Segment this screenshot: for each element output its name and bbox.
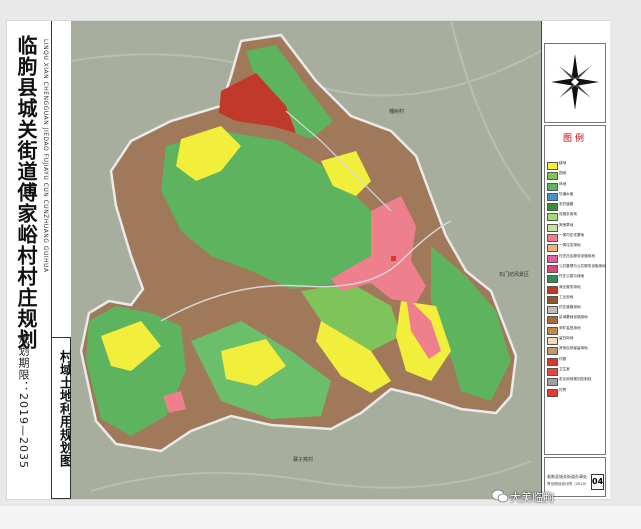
legend-label: 区域基础设施用地 [559, 315, 588, 320]
legend-item: 坑塘水面 [547, 191, 605, 201]
legend-swatch [547, 203, 558, 212]
legend-label: 公共管理与公共服务设施用地 [559, 263, 606, 268]
legend-item: 农业用地规划控制线 [547, 376, 605, 387]
legend-swatch [547, 254, 558, 263]
legend-swatch [547, 337, 558, 346]
legend-label: 农业用地规划控制线 [559, 377, 592, 382]
legend-column: 图例 耕地 园地 林地 坑塘水面 农村道路 设施农用地 其他草地 一类村庄宅基地 一类住宅用地村… [541, 21, 610, 499]
legend-item: 工业用地 [547, 294, 605, 304]
legend-label: 一类住宅用地 [559, 243, 581, 248]
land-use-map: 槐树村 石门坊风景区 寨子窝村 [71, 21, 541, 499]
legend-swatch [547, 192, 558, 201]
legend-item: 其他草地 [547, 222, 605, 232]
legend-label: 农村道路 [559, 202, 574, 207]
legend-item: 园地 [547, 170, 605, 181]
legend-swatch [547, 244, 558, 253]
legend-swatch [547, 213, 558, 222]
map-label-east: 石门坊风景区 [499, 271, 529, 278]
legend-swatch [547, 326, 558, 335]
watermark-text: 大美临朐 [510, 491, 554, 504]
legend-swatch [547, 306, 558, 315]
legend-swatch [547, 367, 558, 376]
legend-swatch [547, 388, 558, 397]
legend-label: 坑塘水面 [559, 191, 574, 196]
legend-label: 耕地 [559, 161, 567, 165]
legend-item: 区域基础设施用地 [547, 314, 605, 325]
legend-swatch [547, 295, 558, 304]
legend-item: 其他自然保留用地 [547, 345, 605, 356]
legend-item: 林地 [547, 181, 605, 191]
wechat-icon [492, 489, 508, 503]
legend-label: 其他草地 [559, 222, 574, 227]
legend-item: 村庄社区服务设施用地 [547, 253, 605, 263]
legend-label: 其他自然保留用地 [559, 346, 588, 351]
legend-swatch [547, 285, 558, 294]
legend: 图例 耕地 园地 林地 坑塘水面 农村道路 设施农用地 其他草地 一类村庄宅基地 一类住宅用地村… [544, 125, 606, 455]
legend-item: 留白用地 [547, 335, 605, 346]
legend-list: 耕地园地林地坑塘水面农村道路设施农用地其他草地一类村庄宅基地 一类住宅用地村庄社区… [547, 160, 606, 397]
legend-swatch [547, 182, 558, 191]
planning-period: 规划期限：2019—2035 [17, 333, 30, 469]
legend-label: 林地 [559, 181, 567, 186]
footer-org: 临朐县城关街道办事处 [547, 474, 587, 479]
map-sheet: 临朐县城关街道傅家峪村村庄规划 LINQU XIAN CHENGGUAN JIE… [6, 20, 610, 500]
legend-label: 留白用地 [559, 336, 574, 341]
legend-title: 图例 [562, 134, 587, 144]
legend-label: 村庄社区服务设施用地 [559, 253, 595, 258]
legend-swatch [547, 275, 558, 284]
legend-label: 采矿盐田用地 [559, 325, 581, 330]
footer-designer: 青岛规划设计院（2019） [547, 482, 589, 486]
map-title: 临朐县城关街道傅家峪村村庄规划 [14, 35, 38, 350]
legend-item: 村庄公园与绿地 [547, 273, 605, 284]
legend-label: 园地 [559, 171, 567, 176]
map-label-south: 寨子窝村 [293, 456, 313, 463]
legend-item: 村界 [547, 387, 605, 397]
village-committee-marker [391, 256, 396, 261]
legend-item: 一类村庄宅基地 [547, 232, 605, 243]
legend-label: 村庄公园与绿地 [559, 274, 585, 279]
legend-swatch [547, 223, 558, 232]
legend-item: 村庄道路用地 [547, 304, 605, 315]
title-column: 临朐县城关街道傅家峪村村庄规划 LINQU XIAN CHENGGUAN JIE… [7, 21, 52, 499]
legend-swatch [547, 316, 558, 325]
subtitle-box: 村域土地利用规划图 [51, 337, 72, 499]
legend-item: 一类住宅用地 [547, 242, 605, 253]
legend-swatch [547, 264, 558, 273]
legend-item: 卫生室 [547, 366, 605, 376]
legend-item: 设施农用地 [547, 211, 605, 222]
legend-swatch [547, 172, 558, 181]
bottom-strip [0, 506, 641, 529]
legend-label: 村委 [559, 356, 567, 361]
legend-item: 耕地 [547, 160, 605, 170]
legend-item: 农村道路 [547, 201, 605, 212]
legend-item: 商业服务用地 [547, 284, 605, 294]
legend-label: 村庄道路用地 [559, 305, 581, 310]
north-arrow-box [544, 43, 606, 123]
title-pinyin: LINQU XIAN CHENGGUAN JIEDAO FUJIAYU CUN … [42, 39, 49, 273]
legend-item: 采矿盐田用地 [547, 325, 605, 335]
legend-label: 卫生室 [559, 366, 570, 371]
compass-icon [551, 54, 599, 110]
legend-item: 村委 [547, 356, 605, 366]
legend-label: 村界 [559, 387, 567, 392]
legend-swatch [547, 234, 558, 243]
legend-swatch [547, 357, 558, 366]
legend-label: 一类村庄宅基地 [559, 233, 585, 238]
legend-item: 公共管理与公共服务设施用地 [547, 263, 606, 273]
map-area[interactable]: 槐树村 石门坊风景区 寨子窝村 [71, 21, 541, 499]
legend-swatch [547, 378, 558, 387]
legend-swatch [547, 162, 558, 170]
sheet-number: 04 [591, 474, 604, 490]
legend-label: 工业用地 [559, 294, 574, 299]
legend-label: 设施农用地 [559, 212, 577, 217]
legend-label: 商业服务用地 [559, 284, 581, 289]
legend-swatch [547, 347, 558, 356]
map-label-north: 槐树村 [389, 108, 404, 115]
